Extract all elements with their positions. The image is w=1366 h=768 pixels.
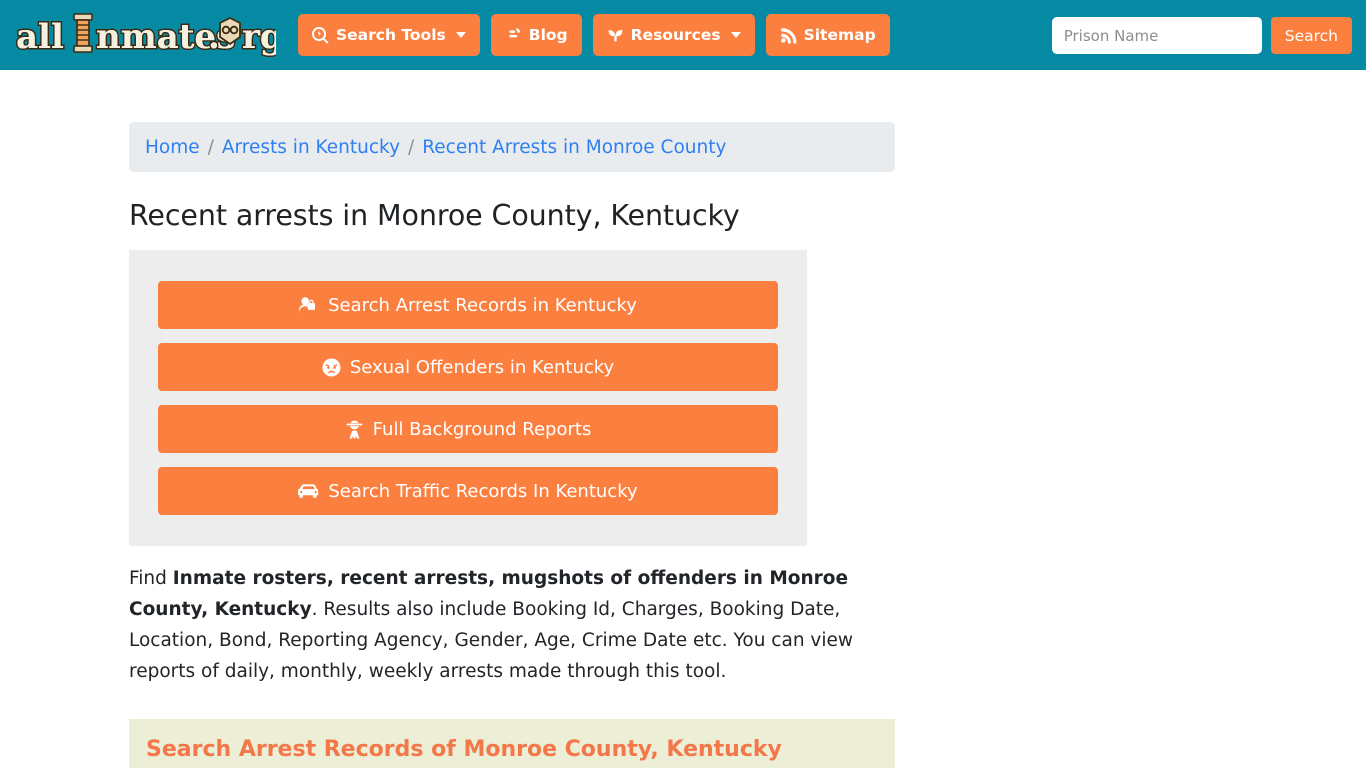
- intro-lead: Find: [129, 568, 173, 589]
- seedling-icon: [607, 27, 624, 44]
- nav-search-tools-button[interactable]: Search Tools: [298, 14, 480, 56]
- blogger-icon: [505, 27, 522, 44]
- search-arrest-records-button[interactable]: Search Arrest Records in Kentucky: [158, 281, 778, 329]
- breadcrumb-item-recent-arrests-monroe-county[interactable]: Recent Arrests in Monroe County: [422, 137, 726, 158]
- nav-sitemap-button[interactable]: Sitemap: [765, 14, 890, 56]
- search-submit-button[interactable]: Search: [1270, 17, 1352, 54]
- chevron-down-icon: [730, 32, 741, 38]
- search-traffic-records-button[interactable]: Search Traffic Records In Kentucky: [158, 467, 778, 515]
- user-lock-icon: [299, 296, 319, 314]
- site-logo[interactable]: all all nmates nmates . . rg rg: [14, 13, 276, 58]
- full-background-reports-label: Full Background Reports: [372, 418, 592, 440]
- svg-text:rg: rg: [242, 17, 276, 57]
- intro-paragraph: Find Inmate rosters, recent arrests, mug…: [129, 563, 889, 687]
- car-icon: [298, 483, 319, 500]
- nav-blog-button[interactable]: Blog: [490, 14, 582, 56]
- action-buttons-panel: Search Arrest Records in Kentucky Sexual…: [129, 250, 807, 546]
- search-input[interactable]: [1051, 17, 1262, 54]
- breadcrumb-item-arrests-in-kentucky[interactable]: Arrests in Kentucky: [222, 137, 400, 158]
- svg-text:all: all: [16, 17, 64, 57]
- page-content: Home / Arrests in Kentucky / Recent Arre…: [0, 70, 1366, 768]
- search-traffic-records-label: Search Traffic Records In Kentucky: [328, 480, 638, 502]
- full-background-reports-button[interactable]: Full Background Reports: [158, 405, 778, 453]
- chevron-down-icon: [455, 32, 466, 38]
- search-icon: [312, 26, 329, 44]
- site-header: all all nmates nmates . . rg rg Search T…: [0, 0, 1366, 70]
- user-secret-icon: [345, 419, 364, 439]
- nav-search-tools-label: Search Tools: [336, 26, 446, 44]
- angry-face-icon: [322, 357, 341, 377]
- rss-icon: [780, 27, 797, 44]
- page-title: Recent arrests in Monroe County, Kentuck…: [129, 199, 740, 232]
- sexual-offenders-button[interactable]: Sexual Offenders in Kentucky: [158, 343, 778, 391]
- search-arrest-records-label: Search Arrest Records in Kentucky: [328, 294, 637, 316]
- logo-graphic: all all nmates nmates . . rg rg: [15, 13, 276, 58]
- svg-text:.: .: [208, 17, 220, 57]
- nav-blog-label: Blog: [528, 26, 568, 44]
- section-heading-box: Search Arrest Records of Monroe County, …: [129, 719, 895, 768]
- breadcrumb: Home / Arrests in Kentucky / Recent Arre…: [129, 122, 895, 172]
- sexual-offenders-label: Sexual Offenders in Kentucky: [349, 356, 615, 378]
- header-search: Search: [1051, 17, 1352, 54]
- nav-sitemap-label: Sitemap: [803, 26, 876, 44]
- breadcrumb-separator: /: [207, 136, 214, 158]
- section-heading: Search Arrest Records of Monroe County, …: [146, 737, 782, 762]
- main-nav: Search Tools Blog Resources Sitemap: [298, 14, 890, 56]
- nav-resources-button[interactable]: Resources: [592, 14, 755, 56]
- breadcrumb-item-home[interactable]: Home: [145, 137, 200, 158]
- nav-resources-label: Resources: [630, 26, 721, 44]
- breadcrumb-separator: /: [408, 136, 415, 158]
